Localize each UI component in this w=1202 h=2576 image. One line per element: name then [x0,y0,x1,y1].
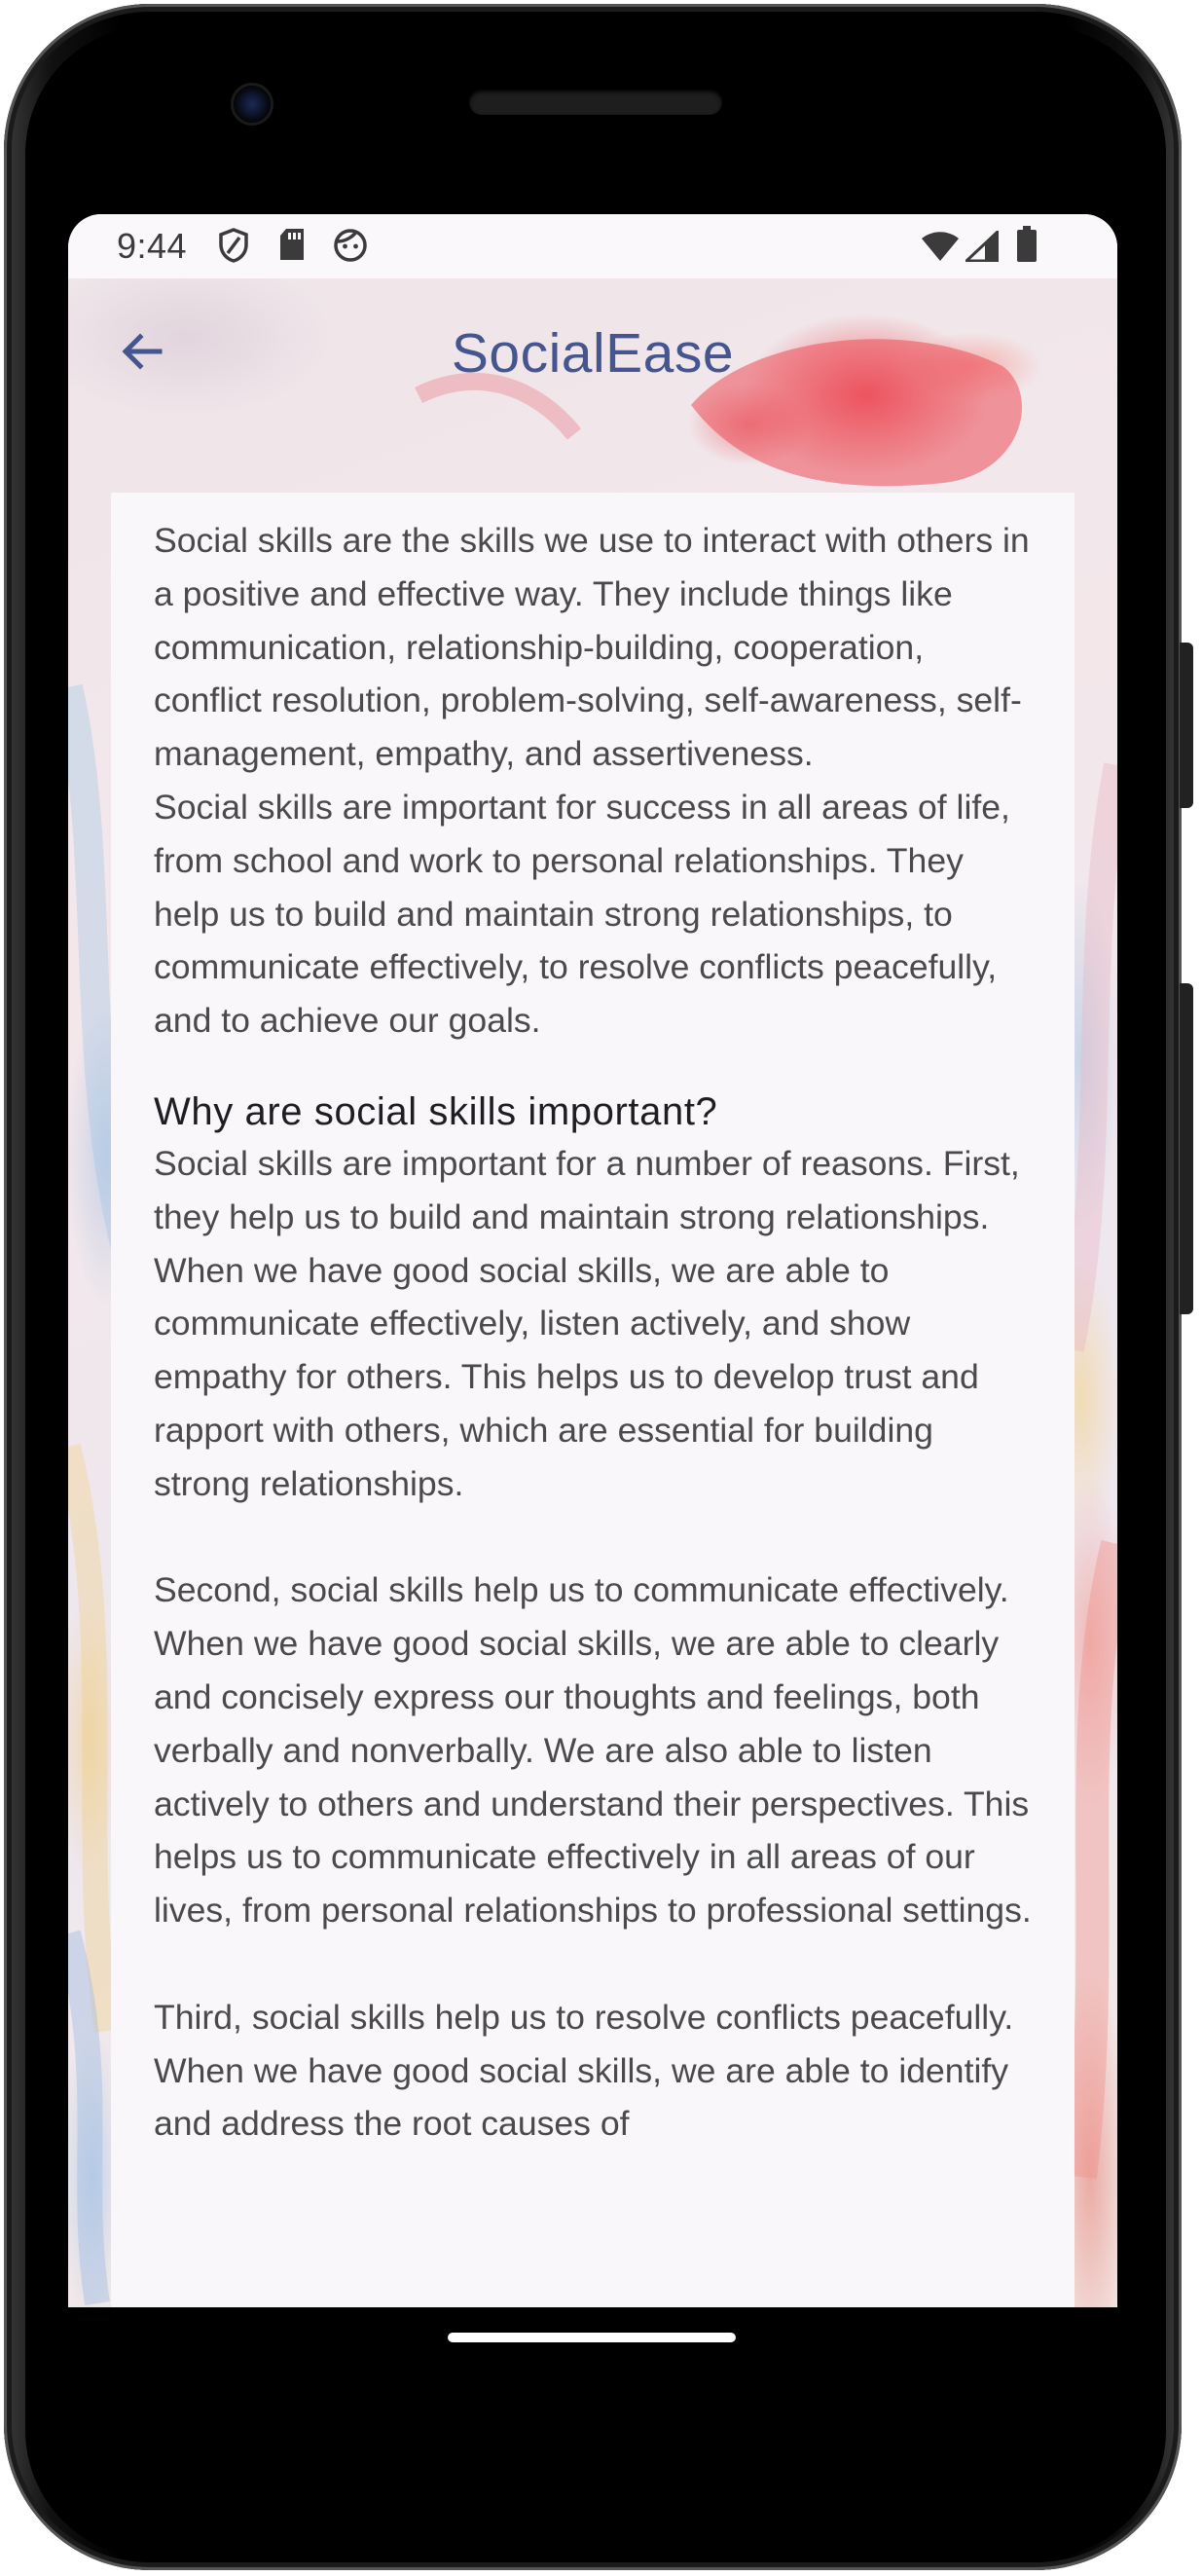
section-heading: Why are social skills important? [154,1089,718,1133]
front-camera [234,86,271,123]
battery-icon [1016,226,1038,272]
screen: 9:44 SocialEase Social skills are the sk… [68,214,1117,2307]
volume-button [1180,983,1193,1314]
wifi-icon [921,230,960,271]
shield-icon [218,228,249,272]
sd-card-icon [278,228,306,270]
content-card[interactable]: Social skills are the skills we use to i… [111,493,1075,2307]
app-title: SocialEase [451,322,735,385]
intro-paragraph-1: Social skills are the skills we use to i… [154,521,1030,774]
app-bar: SocialEase [68,278,1117,444]
reason-paragraph-2: Second, social skills help us to communi… [154,1570,1032,1931]
face-icon [333,228,368,272]
earpiece-speaker [469,90,722,115]
signal-icon [963,228,1000,271]
reason-paragraph-3: Third, social skills help us to resolve … [154,1997,1014,2144]
status-bar: 9:44 [68,214,1117,278]
power-button [1180,643,1193,808]
home-gesture-bar[interactable] [448,2333,736,2342]
intro-paragraph-2: Social skills are important for success … [154,787,1010,1041]
reason-paragraph-1: Social skills are important for a number… [154,1143,1020,1503]
status-time: 9:44 [117,226,188,266]
